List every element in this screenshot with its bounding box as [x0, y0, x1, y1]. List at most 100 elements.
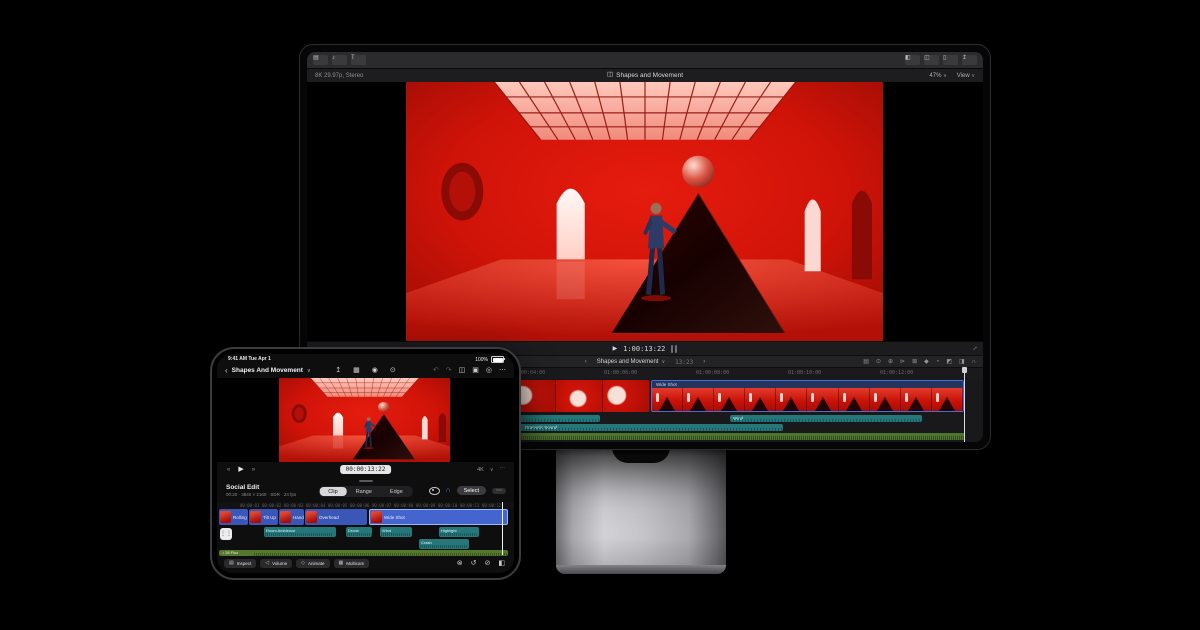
snapping-icon[interactable]: ∩	[446, 487, 451, 494]
status-bar: 9:41 AM Tue Apr 1 100%	[217, 355, 514, 363]
index-icon[interactable]: ▤	[863, 359, 869, 365]
filmstrip-thumb	[807, 388, 839, 411]
zoom-level-dropdown[interactable]: 47% ∨	[929, 73, 946, 79]
undo-icon[interactable]: ↶	[433, 367, 439, 374]
jog-icon[interactable]: ◎	[486, 367, 492, 374]
header-more-icon[interactable]: ⋯	[492, 487, 506, 494]
video-clip[interactable]: Rolling Ball	[219, 509, 248, 525]
effects-icon[interactable]: ◩	[946, 359, 952, 365]
media-audio-icon[interactable]: ♪	[332, 55, 347, 65]
viewer-format-info: 8K 29.97p, Stereo	[315, 72, 364, 79]
audio-clip[interactable]: Crash	[419, 539, 469, 549]
main-toolbar: ▤ ♪ T ◧ ◫ ▯ ↥	[307, 52, 983, 69]
inspect-button[interactable]: ▤ Inspect	[224, 558, 257, 568]
transitions-icon[interactable]: ◨	[959, 359, 965, 365]
export-icon[interactable]: ↥	[335, 367, 341, 374]
filmstrip-thumb	[683, 388, 715, 411]
audio-clip[interactable]: Drone	[346, 527, 372, 537]
audio-clip[interactable]: Room Ambience	[264, 527, 336, 537]
timeline-handle[interactable]: ⋮⋮	[220, 528, 232, 540]
view-dropdown[interactable]: View ∨	[957, 73, 975, 79]
insert-icon[interactable]: ⊕	[888, 359, 893, 365]
clip-thumbnail	[306, 511, 317, 523]
viewer-more-icon[interactable]: ⋯	[500, 466, 506, 473]
split-icon[interactable]: ◧	[498, 560, 505, 567]
video-clip[interactable]: Tilt Up	[249, 509, 278, 525]
playhead-timecode[interactable]: 00:00:13:22	[339, 465, 392, 474]
filmstrip-thumb	[714, 388, 746, 411]
video-clip-selected[interactable]: Wide Shot	[651, 380, 964, 412]
timeline-project-dropdown[interactable]: Shapes and Movement ∨	[597, 359, 665, 365]
video-frame	[279, 378, 450, 462]
clip-appearance-icon[interactable]	[428, 486, 440, 495]
ruler-label: 01:00:12:00	[880, 370, 914, 376]
replace-icon[interactable]: ↺	[471, 560, 477, 567]
hero-canvas: ▤ ♪ T ◧ ◫ ▯ ↥ 8K 29.97p, Stereo ◫ Shapes and …	[0, 0, 1200, 630]
delete-icon[interactable]: ⊗	[457, 560, 463, 567]
timeline-ruler[interactable]: 00:00:01 00:00:02 00:00:03 00:00:04 00:00:05…	[217, 502, 514, 509]
volume-button[interactable]: ◁ Volume	[260, 558, 293, 568]
viewer-icon[interactable]: ▣	[472, 367, 479, 374]
ruler-label: 00:00:06	[350, 503, 370, 508]
skip-forward-icon[interactable]: »	[252, 467, 255, 473]
drag-handle[interactable]	[358, 480, 373, 482]
playhead[interactable]	[502, 502, 503, 555]
share-icon[interactable]: ↥	[962, 55, 977, 65]
more-icon[interactable]: ⋯	[499, 367, 506, 374]
viewer-project-title: ◫ Shapes and Movement	[606, 71, 684, 79]
capture-icon[interactable]: ⊙	[390, 367, 396, 374]
multicam-icon: ▦	[338, 559, 344, 566]
voiceover-icon[interactable]: ◉	[372, 367, 378, 374]
timeline-toggle-icon[interactable]: ◫	[924, 55, 939, 65]
segment-clip[interactable]: Clip	[319, 487, 347, 496]
overwrite-icon[interactable]: ⊠	[912, 359, 917, 365]
video-clip-selected[interactable]: Wide Shot	[369, 509, 508, 525]
select-button[interactable]: Select	[456, 486, 486, 495]
nav-right-icons: ↶ ↷ ◫ ▣ ◎ ⋯	[433, 367, 506, 374]
media-icon[interactable]: ▦	[353, 367, 360, 374]
retime-icon[interactable]: ◔	[936, 359, 940, 365]
timeline-tool-group: ▤ ⊙ ⊕ ⊳ ⊠ ◆ ◔ ◩ ◨ ∩	[863, 359, 976, 365]
play-button[interactable]: ▶	[613, 346, 618, 352]
libraries-icon[interactable]: ▤	[313, 55, 328, 65]
append-icon[interactable]: ⊳	[900, 359, 905, 365]
video-clip[interactable]: Overhead	[305, 509, 367, 525]
animate-button[interactable]: ◇ Animate	[296, 558, 330, 568]
skip-back-icon[interactable]: «	[227, 467, 230, 473]
tools-icon[interactable]: ◆	[924, 359, 929, 365]
animate-icon: ◇	[301, 559, 305, 566]
filmstrip-thumb	[776, 388, 808, 411]
mute-icon[interactable]: ⊘	[485, 560, 491, 567]
next-project-button[interactable]: ›	[703, 359, 705, 365]
segment-range[interactable]: Range	[347, 487, 381, 496]
fullscreen-icon[interactable]: ↕	[971, 345, 978, 352]
audio-clip[interactable]: Wind	[730, 415, 922, 422]
audio-meters[interactable]	[671, 345, 678, 353]
audio-clip[interactable]: Wind	[380, 527, 412, 537]
redo-icon[interactable]: ↷	[446, 367, 452, 374]
ipad: 9:41 AM Tue Apr 1 100% ‹ Shapes And Move…	[210, 347, 521, 580]
playhead-timecode[interactable]: 1:00:13:22	[623, 345, 665, 353]
video-clip[interactable]: Hands	[279, 509, 304, 525]
project-switcher[interactable]: ‹ Shapes And Movement ∨	[225, 366, 311, 375]
inspector-toggle-icon[interactable]: ▯	[943, 55, 958, 65]
play-button[interactable]: ▶	[238, 466, 243, 473]
edit-mode-segmented-control: Clip Range Edge	[318, 486, 413, 497]
playhead[interactable]	[962, 367, 967, 442]
clock: 9:41 AM Tue Apr 1	[228, 356, 271, 362]
resolution-badge[interactable]: 4K	[477, 467, 484, 473]
audio-clip[interactable]: Highlight	[439, 527, 479, 537]
snapping-icon[interactable]: ∩	[972, 359, 976, 365]
display-icon[interactable]: ◫	[459, 367, 466, 374]
prev-project-button[interactable]: ‹	[585, 359, 587, 365]
browser-toggle-icon[interactable]: ◧	[905, 55, 920, 65]
connect-icon[interactable]: ⊙	[876, 359, 881, 365]
titles-icon[interactable]: T	[351, 55, 366, 65]
display-stand	[556, 446, 726, 574]
viewer	[307, 82, 983, 341]
segment-edge[interactable]: Edge	[381, 487, 412, 496]
multicam-button[interactable]: ▦ Multicam	[333, 558, 370, 568]
filmstrip-thumb	[555, 380, 603, 412]
back-chevron-icon[interactable]: ‹	[225, 366, 228, 375]
ruler-label: 01:00:10:00	[788, 370, 822, 376]
